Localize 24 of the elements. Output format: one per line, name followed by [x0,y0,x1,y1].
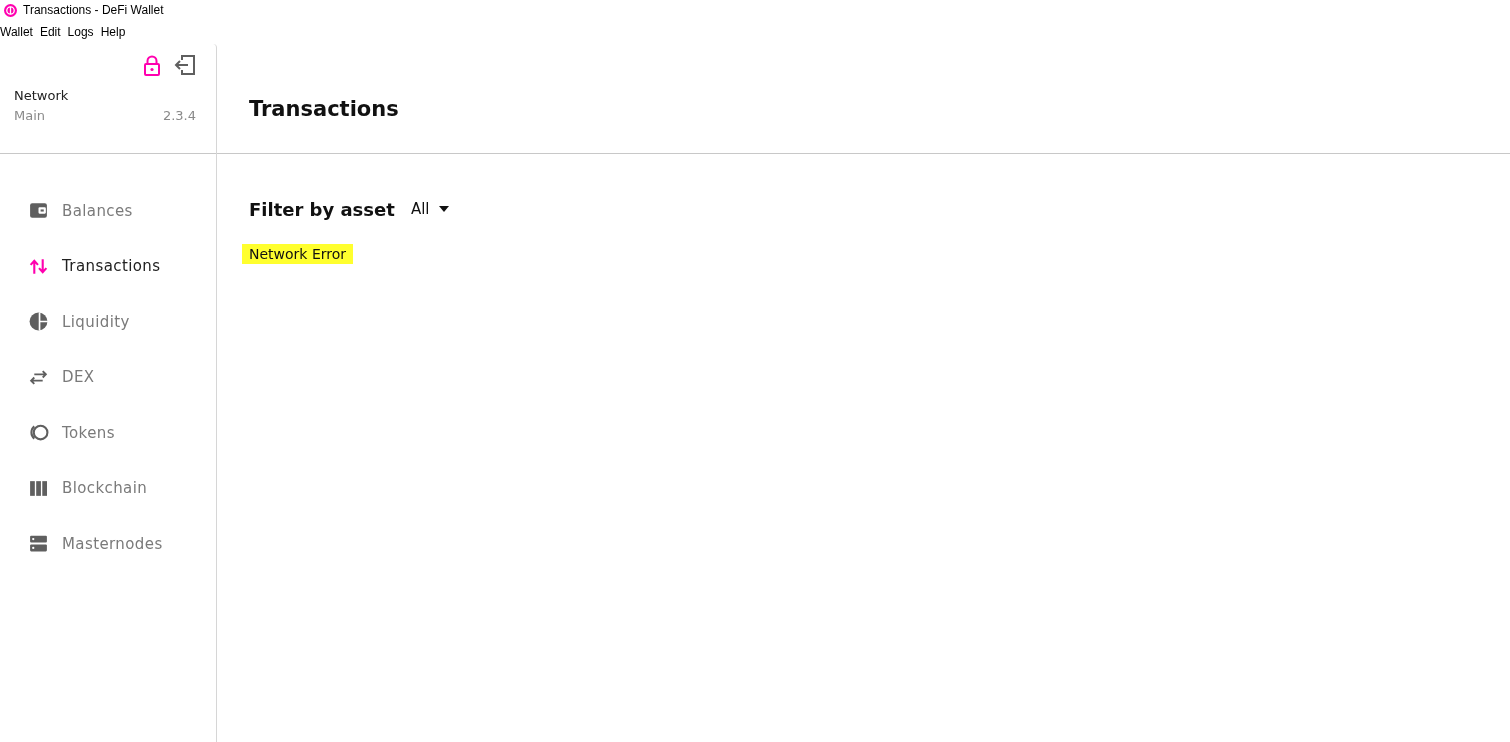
menu-item[interactable]: Help [100,25,131,39]
sidebar-item[interactable]: Transactions [0,238,216,294]
app-logo-icon [4,3,17,17]
sidebar-item[interactable]: DEX [0,349,216,405]
caret-icon [439,206,450,212]
asset-dropdown[interactable]: All [408,196,452,222]
menu-item[interactable]: Logs [67,25,99,39]
sidebar-item[interactable]: Tokens [0,405,216,461]
page-title: Transactions [249,96,399,121]
sidebar-item[interactable]: Masternodes [0,516,216,572]
network-label: Network [14,88,70,103]
pie-chart-icon [28,311,49,333]
window-title: Transactions - DeFi Wallet [23,3,164,17]
sidebar-item[interactable]: Blockchain [0,460,216,516]
menu-item[interactable]: Wallet [0,25,38,39]
menu-item[interactable]: Edit [39,25,66,39]
lock-icon[interactable] [141,54,163,76]
filter-label: Filter by asset [249,198,395,220]
logout-icon[interactable] [174,54,196,76]
sidebar-item[interactable]: Balances [0,183,216,239]
sidebar-item[interactable]: Liquidity [0,294,216,350]
version-text: 2.3.4 [162,108,196,123]
error-message: Network Error [242,244,354,264]
network-name: Main [14,108,46,123]
